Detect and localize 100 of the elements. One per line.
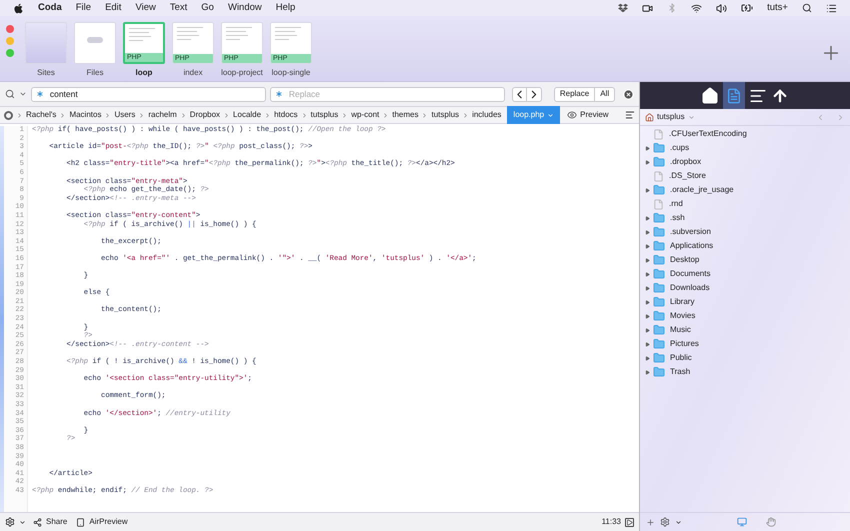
search-icon[interactable] — [802, 3, 812, 13]
wifi-icon[interactable] — [691, 2, 702, 14]
tab-label: Sites — [37, 67, 55, 79]
tab-label: Files — [86, 67, 104, 79]
disclosure-triangle-icon[interactable] — [645, 342, 650, 346]
breadcrumb-item[interactable]: themes — [392, 109, 418, 121]
folder-icon — [653, 240, 665, 252]
folder-icon — [653, 142, 665, 154]
disclosure-triangle-icon[interactable] — [645, 286, 650, 290]
directory-entry[interactable]: Trash — [670, 366, 690, 378]
replace-input[interactable]: Replace — [288, 88, 501, 100]
disclosure-triangle-icon[interactable] — [645, 328, 650, 332]
directory-entry[interactable]: Documents — [670, 268, 710, 280]
directory-entry[interactable]: .dropbox — [670, 156, 702, 168]
home-icon[interactable] — [701, 86, 719, 104]
path-root[interactable]: tutsplus — [657, 111, 685, 123]
eye-icon[interactable] — [567, 110, 578, 120]
breadcrumb-item[interactable]: wp-cont — [351, 109, 380, 121]
find-input[interactable]: content — [50, 88, 262, 100]
directory-entry[interactable]: Downloads — [670, 282, 710, 294]
volume-icon[interactable] — [716, 2, 728, 14]
status-ring-icon — [4, 110, 13, 120]
directory-entry[interactable]: .ssh — [670, 212, 685, 224]
chevron-icon — [382, 112, 390, 118]
caret-icon[interactable] — [19, 518, 26, 526]
search-icon[interactable] — [5, 89, 15, 99]
disclosure-triangle-icon[interactable] — [645, 230, 650, 234]
menu-item[interactable]: Go — [201, 0, 214, 16]
disclosure-triangle-icon[interactable] — [645, 188, 650, 192]
breadcrumb-item[interactable]: Rachel's — [26, 109, 56, 121]
disclosure-triangle-icon[interactable] — [645, 314, 650, 318]
file-icon — [653, 128, 664, 140]
breadcrumb-item[interactable]: tutsplus — [310, 109, 338, 121]
breadcrumb-item[interactable]: htdocs — [274, 109, 298, 121]
menu-item[interactable]: Edit — [105, 0, 122, 16]
directory-entry[interactable]: Public — [670, 352, 692, 364]
menu-item[interactable]: Window — [228, 0, 262, 16]
menu-item[interactable]: Help — [276, 0, 296, 16]
breadcrumb-item[interactable]: includes — [472, 109, 502, 121]
replace-field[interactable]: Replace — [270, 86, 505, 102]
play-icon[interactable] — [625, 518, 634, 526]
replace-button[interactable]: All — [595, 88, 614, 100]
list-icon[interactable] — [826, 2, 837, 14]
sites-thumbnail[interactable] — [25, 22, 67, 64]
share-icon[interactable] — [33, 518, 42, 526]
disclosure-triangle-icon[interactable] — [645, 370, 650, 374]
close-window-button[interactable] — [6, 25, 14, 33]
user-name[interactable]: tuts+ — [767, 0, 788, 16]
disclosure-triangle-icon[interactable] — [645, 244, 650, 248]
airpreview-button[interactable]: AirPreview — [89, 516, 128, 528]
tab-label: loop-single — [272, 67, 310, 79]
disclosure-triangle-icon[interactable] — [645, 160, 650, 164]
preview-button[interactable]: Preview — [580, 109, 609, 121]
chevron-icon — [104, 112, 112, 118]
directory-entry[interactable]: .cups — [670, 142, 690, 154]
breadcrumb-item[interactable]: Dropbox — [190, 109, 220, 121]
directory-entry[interactable]: .CFUserTextEncoding — [669, 128, 747, 140]
disclosure-triangle-icon[interactable] — [645, 272, 650, 276]
dropbox-icon[interactable] — [618, 3, 628, 13]
directory-entry[interactable]: Library — [670, 296, 694, 308]
chevron-icon — [59, 112, 66, 118]
directory-entry[interactable]: .oracle_jre_usage — [670, 184, 734, 196]
directory-entry[interactable]: .rnd — [669, 198, 683, 210]
files-thumbnail[interactable] — [74, 22, 116, 64]
disclosure-triangle-icon[interactable] — [645, 258, 650, 262]
replace-button[interactable]: Replace — [554, 88, 596, 100]
breadcrumb-item[interactable]: Users — [114, 109, 136, 121]
breadcrumb-item[interactable]: Macintos — [69, 109, 102, 121]
add-icon[interactable] — [646, 518, 655, 526]
directory-entry[interactable]: Desktop — [670, 254, 700, 266]
dropdown-caret-icon[interactable] — [18, 90, 27, 98]
directory-entry[interactable]: Movies — [670, 310, 696, 322]
caret-icon[interactable] — [675, 518, 682, 526]
upload-icon[interactable] — [771, 86, 789, 104]
camera-icon[interactable] — [642, 2, 654, 14]
directory-entry[interactable]: .DS_Store — [669, 170, 706, 182]
directory-entry[interactable]: Pictures — [670, 338, 699, 350]
disclosure-triangle-icon[interactable] — [645, 216, 650, 220]
share-button[interactable]: Share — [46, 516, 68, 528]
battery-icon[interactable] — [741, 2, 754, 14]
breadcrumb-item[interactable]: rachelm — [148, 109, 177, 121]
chevron-icon — [264, 112, 272, 118]
directory-entry[interactable]: Music — [670, 324, 691, 336]
find-field[interactable]: content — [30, 86, 266, 102]
menu-item[interactable]: View — [135, 0, 156, 16]
apple-icon[interactable] — [13, 2, 24, 14]
directory-entry[interactable]: .subversion — [670, 226, 711, 238]
breadcrumb-item[interactable]: tutsplus — [431, 109, 460, 121]
disclosure-triangle-icon[interactable] — [645, 300, 650, 304]
close-icon[interactable] — [623, 88, 634, 100]
menu-item[interactable]: File — [76, 0, 92, 16]
menu-app[interactable]: Coda — [38, 0, 62, 16]
menu-item[interactable]: Text — [170, 0, 188, 16]
tablet-icon[interactable] — [76, 518, 86, 526]
directory-entry[interactable]: Applications — [670, 240, 714, 252]
disclosure-triangle-icon[interactable] — [645, 356, 650, 360]
gear-icon[interactable] — [5, 517, 15, 527]
breadcrumb-item[interactable]: Localde — [233, 109, 262, 121]
disclosure-triangle-icon[interactable] — [645, 146, 650, 150]
folder-icon — [653, 156, 665, 168]
